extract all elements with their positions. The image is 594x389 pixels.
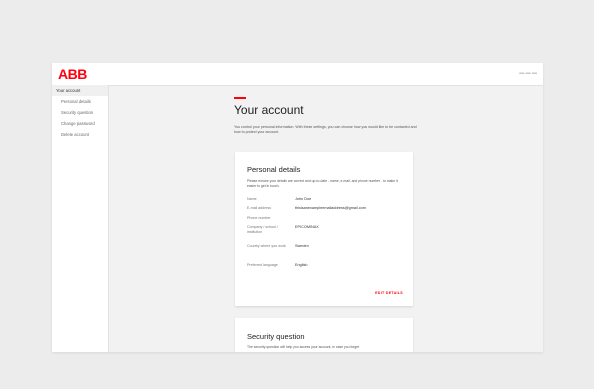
top-bar-menu-icon[interactable]: ▬ ▬ ▬ [519, 70, 537, 76]
detail-row-email: E-mail address thisisanexampleemailaddre… [247, 206, 407, 214]
edit-details-link[interactable]: EDIT DETAILS [375, 291, 403, 295]
sidebar-item-change-password[interactable]: Change password [52, 118, 108, 129]
personal-details-card: Personal details Please ensure your deta… [235, 152, 413, 306]
page-intro: You control your personal information. W… [234, 125, 417, 134]
detail-label: Name [247, 197, 257, 201]
detail-row-company: Company / school / institution EPICOMINA… [247, 225, 407, 234]
sidebar-item-your-account[interactable]: Your account [52, 85, 108, 96]
title-accent-bar [234, 97, 246, 99]
detail-row-phone: Phone number [247, 216, 407, 224]
main-content: Your account You control your personal i… [109, 85, 543, 352]
detail-value: John Doe [295, 197, 312, 201]
personal-details-description: Please ensure your details are correct a… [247, 179, 398, 188]
detail-label: Preferred language [247, 263, 278, 267]
sidebar-item-delete-account[interactable]: Delete account [52, 129, 108, 140]
page-title: Your account [234, 103, 304, 117]
detail-label: Company / school / institution [247, 225, 278, 234]
detail-row-language: Preferred language English [247, 263, 407, 271]
security-question-title: Security question [247, 332, 305, 341]
security-question-description: The security question will help you acce… [247, 345, 360, 349]
detail-value: thisisanexampleemailaddress@gmail.com [295, 206, 366, 210]
detail-value: Sweden [295, 244, 309, 248]
sidebar-item-personal-details[interactable]: Personal details [52, 96, 108, 107]
browser-window: ABB ▬ ▬ ▬ Your account Personal details … [52, 63, 543, 352]
security-question-card: Security question The security question … [235, 318, 413, 352]
detail-row-name: Name John Doe [247, 197, 407, 205]
detail-label: Country where you work [247, 244, 286, 248]
detail-value: EPICOMINAX [295, 225, 319, 229]
sidebar: Your account Personal details Security q… [52, 85, 109, 352]
detail-label: E-mail address [247, 206, 271, 210]
abb-logo[interactable]: ABB [58, 66, 87, 82]
detail-value: English [295, 263, 308, 267]
detail-row-country: Country where you work Sweden [247, 244, 407, 252]
top-bar: ABB ▬ ▬ ▬ [52, 63, 543, 86]
personal-details-title: Personal details [247, 165, 301, 174]
sidebar-item-security-question[interactable]: Security question [52, 107, 108, 118]
detail-label: Phone number [247, 216, 271, 220]
